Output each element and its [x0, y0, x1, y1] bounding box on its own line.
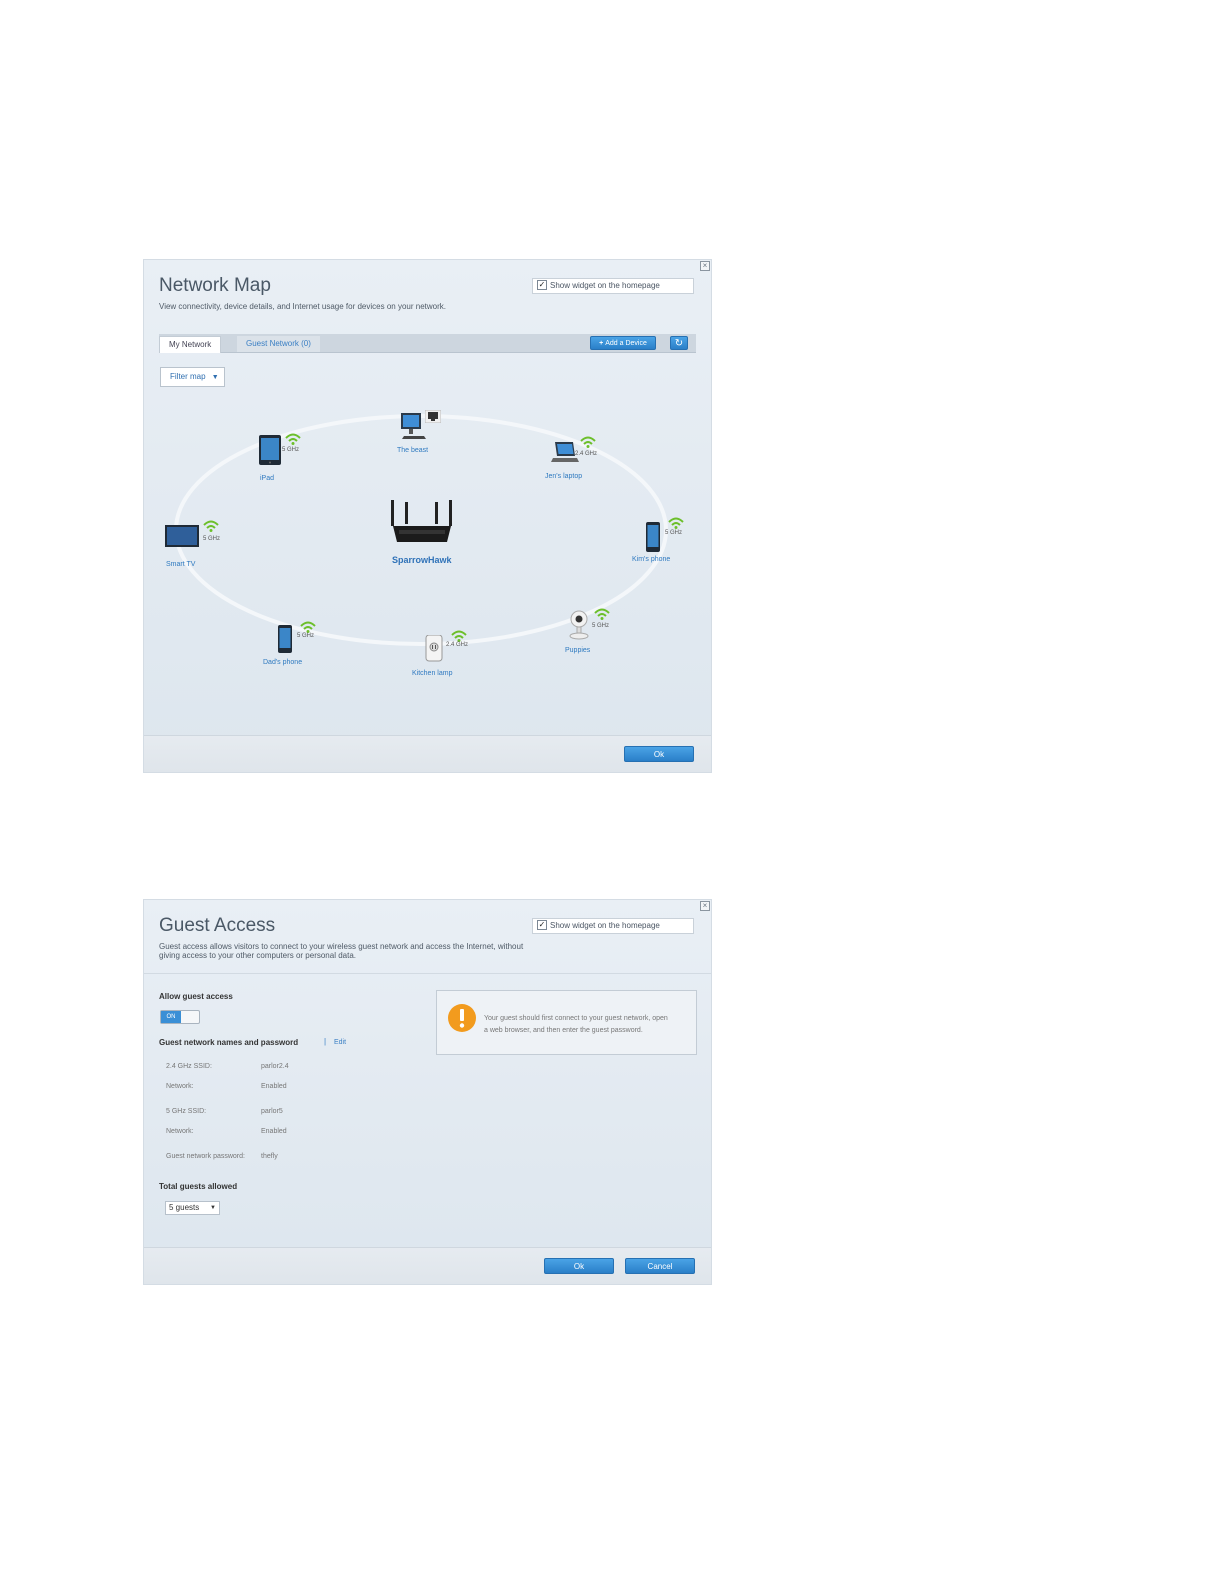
- info-text-line-2: a web browser, and then enter the guest …: [484, 1027, 643, 1034]
- tablet-icon: [259, 435, 281, 465]
- show-widget-label: Show widget on the homepage: [550, 921, 660, 930]
- phone-icon: [278, 625, 292, 653]
- band-label: 5 GHz: [592, 623, 610, 629]
- total-guests-label: Total guests allowed: [159, 1182, 238, 1191]
- tab-my-network[interactable]: My Network: [159, 336, 222, 353]
- band-label: 5 GHz: [665, 530, 683, 536]
- router-icon: [391, 500, 452, 542]
- ok-button[interactable]: Ok: [544, 1258, 614, 1274]
- router-label: SparrowHawk: [392, 555, 452, 565]
- tab-bar: My Network Guest Network (0) + Add a Dev…: [159, 334, 696, 353]
- add-device-button[interactable]: + Add a Device: [590, 336, 656, 350]
- phone-icon: [646, 522, 660, 552]
- router-node[interactable]: SparrowHawk: [389, 500, 455, 565]
- wifi-icon: [668, 517, 684, 529]
- device-label: Puppies: [565, 647, 591, 654]
- field-key: Network:: [166, 1128, 194, 1135]
- device-label: Kitchen lamp: [412, 670, 453, 677]
- band-label: 5 GHz: [282, 447, 300, 453]
- panel-footer: Ok: [144, 735, 711, 772]
- info-text-line-1: Your guest should first connect to your …: [484, 1015, 668, 1022]
- network-map-panel: × Network Map View connectivity, device …: [143, 259, 712, 773]
- camera-icon: [569, 610, 589, 640]
- device-label: Jen's laptop: [545, 473, 583, 480]
- device-dads-phone[interactable]: 5 GHz Dad's phone: [263, 621, 316, 666]
- close-icon[interactable]: ×: [700, 901, 710, 911]
- band-label: 5 GHz: [297, 633, 315, 639]
- add-device-label: Add a Device: [605, 340, 647, 347]
- field-key: 5 GHz SSID:: [166, 1108, 207, 1115]
- field-value: parlor2.4: [261, 1063, 289, 1070]
- edit-link[interactable]: Edit: [334, 1039, 346, 1046]
- show-widget-checkbox[interactable]: ✓ Show widget on the homepage: [532, 278, 694, 294]
- device-label: iPad: [260, 475, 275, 482]
- checkmark-icon: ✓: [537, 279, 547, 290]
- band-label: 2.4 GHz: [446, 642, 469, 648]
- toggle-on-label: ON: [161, 1011, 181, 1023]
- field-key: 2.4 GHz SSID:: [166, 1063, 212, 1070]
- panel-description: View connectivity, device details, and I…: [159, 302, 446, 311]
- guest-access-toggle[interactable]: ON: [160, 1010, 200, 1024]
- panel-footer: Ok Cancel: [144, 1247, 711, 1284]
- device-kitchen-lamp[interactable]: 2.4 GHz Kitchen lamp: [412, 630, 468, 677]
- wifi-icon: [203, 520, 219, 532]
- device-label: Dad's phone: [263, 659, 303, 666]
- panel-title: Guest Access: [159, 915, 276, 936]
- band-label: 2.4 GHz: [575, 451, 598, 457]
- device-jens-laptop[interactable]: 2.4 GHz Jen's laptop: [545, 436, 597, 480]
- panel-description-line-2: giving access to your other computers or…: [159, 951, 356, 960]
- device-puppies[interactable]: 5 GHz Puppies: [565, 608, 610, 654]
- allow-guest-access-label: Allow guest access: [159, 992, 233, 1001]
- names-password-label: Guest network names and password: [159, 1038, 299, 1047]
- device-smart-tv[interactable]: 5 GHz Smart TV: [165, 520, 220, 568]
- filter-map-button[interactable]: Filter map ▼: [160, 367, 225, 387]
- field-key: Guest network password:: [166, 1153, 245, 1160]
- field-value: Enabled: [261, 1083, 287, 1090]
- field-value: parlor5: [261, 1108, 283, 1115]
- band-label: 5 GHz: [203, 536, 221, 542]
- refresh-button[interactable]: ↻: [670, 336, 688, 350]
- caret-down-icon: ▼: [211, 374, 219, 381]
- filter-map-label: Filter map: [170, 372, 206, 381]
- checkmark-icon: ✓: [537, 919, 547, 930]
- caret-down-icon: ▼: [210, 1205, 216, 1211]
- show-widget-checkbox[interactable]: ✓ Show widget on the homepage: [532, 918, 694, 934]
- field-value: Enabled: [261, 1128, 287, 1135]
- wifi-icon: [300, 621, 316, 633]
- guests-select-value: 5 guests: [169, 1203, 200, 1212]
- device-kims-phone[interactable]: 5 GHz Kim's phone: [632, 517, 684, 563]
- info-box: Your guest should first connect to your …: [436, 990, 697, 1055]
- device-the-beast[interactable]: The beast: [397, 410, 441, 454]
- show-widget-label: Show widget on the homepage: [550, 281, 660, 290]
- panel-title: Network Map: [159, 275, 271, 296]
- ethernet-icon: [425, 410, 441, 423]
- close-icon[interactable]: ×: [700, 261, 710, 271]
- wifi-icon: [580, 436, 596, 448]
- device-ipad[interactable]: 5 GHz iPad: [259, 433, 301, 482]
- field-value: thefly: [261, 1153, 278, 1160]
- device-label: The beast: [397, 447, 429, 454]
- guest-access-panel: × Guest Access Guest access allows visit…: [143, 899, 712, 1285]
- separator: |: [324, 1037, 327, 1046]
- device-label: Kim's phone: [632, 556, 671, 563]
- wifi-icon: [451, 630, 467, 642]
- warning-icon: [448, 1004, 476, 1032]
- wifi-icon: [594, 608, 610, 620]
- guests-select[interactable]: 5 guests ▼: [165, 1201, 220, 1215]
- smart-plug-icon: [425, 634, 443, 662]
- device-label: Smart TV: [166, 561, 196, 568]
- cancel-button[interactable]: Cancel: [625, 1258, 695, 1274]
- tv-icon: [165, 525, 199, 547]
- ok-button[interactable]: Ok: [624, 746, 694, 762]
- header-divider: [144, 973, 711, 974]
- field-key: Network:: [166, 1083, 194, 1090]
- tab-guest-network[interactable]: Guest Network (0): [237, 336, 320, 352]
- refresh-icon: ↻: [674, 338, 684, 349]
- wifi-icon: [285, 433, 301, 445]
